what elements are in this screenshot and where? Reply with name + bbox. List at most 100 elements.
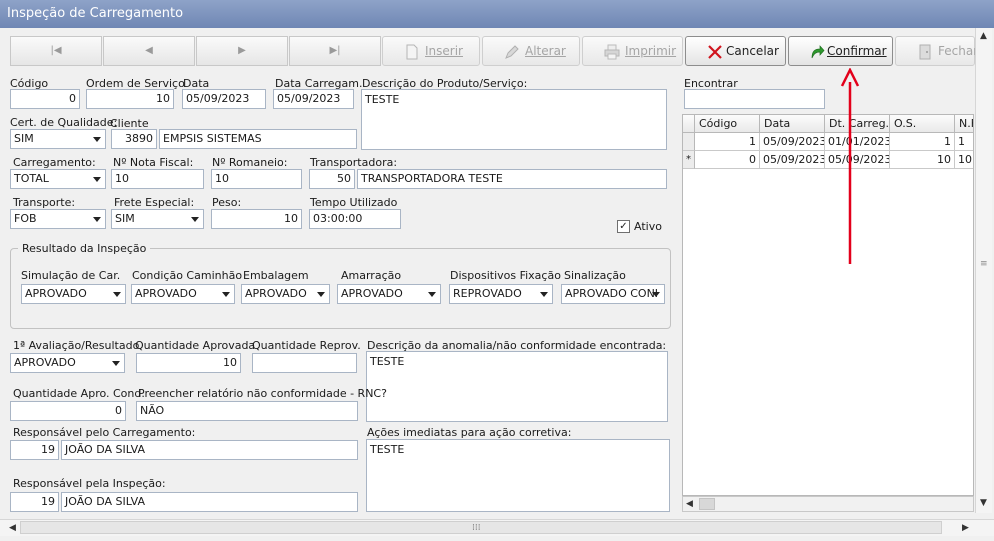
qtd-reprov-field[interactable] (252, 353, 357, 373)
anomalia-field[interactable]: TESTE (366, 351, 668, 422)
descricao-produto-field[interactable]: TESTE (361, 89, 667, 150)
table-cell[interactable]: 05/09/2023 (760, 133, 825, 151)
row-indicator[interactable] (683, 133, 695, 151)
table-cell[interactable]: 10 (955, 151, 973, 169)
peso-field[interactable]: 10 (211, 209, 302, 229)
ativo-label: Ativo (634, 220, 662, 233)
chevron-down-icon (317, 292, 325, 297)
table-cell[interactable]: 1 (695, 133, 760, 151)
nav-next-button[interactable]: ▶ (196, 36, 288, 66)
grid-horizontal-scrollbar[interactable]: ◀ (682, 496, 974, 512)
resp-carregamento-code-field[interactable]: 19 (10, 440, 59, 460)
grid-col-codigo[interactable]: Código (695, 115, 760, 133)
sinalizacao-select[interactable]: APROVADO CONI (561, 284, 665, 304)
tempo-utilizado-field[interactable]: 03:00:00 (309, 209, 401, 229)
frete-especial-label: Frete Especial: (114, 196, 195, 209)
rnc-label: Preencher relatório não conformidade - R… (138, 387, 387, 400)
dispositivos-select[interactable]: REPROVADO (449, 284, 553, 304)
grid-col-nf[interactable]: N.F (955, 115, 973, 133)
nav-prev-button[interactable]: ◀ (103, 36, 195, 66)
acoes-field[interactable]: TESTE (366, 439, 670, 512)
vertical-scrollbar[interactable]: ▲ ≡ ▼ (975, 28, 992, 513)
grid-corner (683, 115, 695, 133)
embalagem-select[interactable]: APROVADO (241, 284, 330, 304)
chevron-down-icon (222, 292, 230, 297)
document-icon (404, 44, 420, 60)
insert-button[interactable]: Inserir (382, 36, 480, 66)
sinalizacao-value: APROVADO CONI (565, 287, 659, 300)
nav-last-button[interactable]: ▶| (289, 36, 381, 66)
cancel-button[interactable]: Cancelar (685, 36, 786, 66)
cert-qualidade-select[interactable]: SIM (10, 129, 106, 149)
rnc-field[interactable]: NÃO (136, 401, 358, 421)
green-arrow-icon (809, 44, 825, 60)
toolbar: |◀ ◀ ▶ ▶| Inserir Alterar Imprimir Cance… (10, 36, 978, 66)
qtd-aprovada-field[interactable]: 10 (136, 353, 241, 373)
edit-button[interactable]: Alterar (482, 36, 580, 66)
cliente-name-field[interactable]: EMPSIS SISTEMAS (159, 129, 357, 149)
table-cell[interactable]: 1 (890, 133, 955, 151)
primeira-avaliacao-value: APROVADO (14, 356, 76, 369)
chevron-down-icon (428, 292, 436, 297)
nota-fiscal-field[interactable]: 10 (111, 169, 204, 189)
annotation-arrow-icon (840, 68, 860, 264)
tempo-utilizado-label: Tempo Utilizado (310, 196, 398, 209)
table-cell[interactable]: 05/09/2023 (760, 151, 825, 169)
close-button[interactable]: Fechar (895, 36, 978, 66)
table-cell[interactable]: 10 (890, 151, 955, 169)
scroll-down-icon[interactable]: ▼ (980, 498, 987, 508)
search-input[interactable] (684, 89, 825, 109)
confirm-label: Confirmar (827, 44, 887, 58)
simulacao-select[interactable]: APROVADO (21, 284, 126, 304)
confirm-button[interactable]: Confirmar (788, 36, 893, 66)
cliente-code-field[interactable]: 3890 (111, 129, 157, 149)
codigo-field[interactable]: 0 (10, 89, 80, 109)
transporte-value: FOB (14, 212, 37, 225)
resp-inspecao-label: Responsável pela Inspeção: (13, 477, 166, 490)
dispositivos-label: Dispositivos Fixação (450, 269, 561, 282)
grid-col-data[interactable]: Data (760, 115, 825, 133)
carregamento-select[interactable]: TOTAL (10, 169, 106, 189)
ordem-servico-field[interactable]: 10 (86, 89, 174, 109)
transportadora-label: Transportadora: (310, 156, 398, 169)
ativo-checkbox[interactable]: ✓ (617, 220, 630, 233)
row-indicator[interactable]: * (683, 151, 695, 169)
data-field[interactable]: 05/09/2023 (182, 89, 266, 109)
door-icon (917, 44, 933, 60)
chevron-down-icon (112, 361, 120, 366)
horizontal-scroll-thumb[interactable] (20, 521, 942, 534)
dispositivos-value: REPROVADO (453, 287, 522, 300)
acoes-label: Ações imediatas para ação corretiva: (367, 426, 572, 439)
scroll-right-icon[interactable]: ▶ (962, 523, 969, 533)
transporte-select[interactable]: FOB (10, 209, 106, 229)
amarracao-select[interactable]: APROVADO (337, 284, 441, 304)
resultado-group-title: Resultado da Inspeção (18, 242, 151, 255)
resp-inspecao-name-field[interactable]: JOÃO DA SILVA (61, 492, 358, 512)
amarracao-label: Amarração (341, 269, 402, 282)
resp-inspecao-code-field[interactable]: 19 (10, 492, 59, 512)
nav-first-button[interactable]: |◀ (10, 36, 102, 66)
primeira-avaliacao-select[interactable]: APROVADO (10, 353, 125, 373)
romaneio-field[interactable]: 10 (211, 169, 302, 189)
chevron-down-icon (191, 217, 199, 222)
frete-especial-select[interactable]: SIM (111, 209, 204, 229)
scroll-up-icon[interactable]: ▲ (980, 31, 987, 41)
qtd-apro-cond-field[interactable]: 0 (10, 401, 126, 421)
chevron-down-icon (540, 292, 548, 297)
transportadora-name-field[interactable]: TRANSPORTADORA TESTE (357, 169, 667, 189)
print-button[interactable]: Imprimir (582, 36, 683, 66)
embalagem-label: Embalagem (243, 269, 309, 282)
grid-scroll-thumb[interactable] (699, 498, 715, 510)
cancel-label: Cancelar (726, 44, 779, 58)
scroll-left-icon[interactable]: ◀ (686, 499, 693, 509)
table-cell[interactable]: 1 (955, 133, 973, 151)
resp-carregamento-name-field[interactable]: JOÃO DA SILVA (61, 440, 358, 460)
transportadora-code-field[interactable]: 50 (309, 169, 355, 189)
data-carregam-field[interactable]: 05/09/2023 (273, 89, 354, 109)
scroll-left-icon[interactable]: ◀ (9, 523, 16, 533)
horizontal-scrollbar[interactable]: ◀ ⁞⁞⁞ ▶ (0, 519, 994, 536)
grid-col-os[interactable]: O.S. (890, 115, 955, 133)
peso-label: Peso: (212, 196, 242, 209)
table-cell[interactable]: 0 (695, 151, 760, 169)
condicao-select[interactable]: APROVADO (131, 284, 235, 304)
